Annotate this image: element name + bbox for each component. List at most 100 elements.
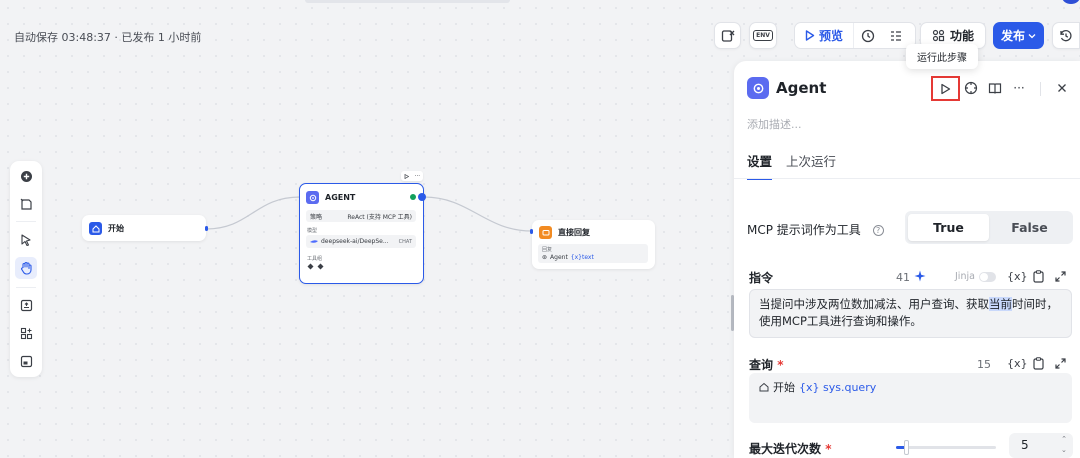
close-icon: [1058, 84, 1066, 92]
tool-icon: [307, 263, 314, 270]
max-iter-label-text: 最大迭代次数: [749, 442, 822, 456]
tab-last-run[interactable]: 上次运行: [786, 151, 836, 180]
publish-label: 发布: [1000, 29, 1025, 43]
max-iterations-slider[interactable]: [896, 440, 996, 455]
more-icon[interactable]: ···: [414, 173, 420, 179]
start-node[interactable]: 开始: [82, 215, 208, 241]
version-history-button[interactable]: [1052, 22, 1080, 49]
strategy-label: 策略: [310, 213, 323, 221]
query-editor[interactable]: 开始 {x} sys.query: [749, 373, 1072, 423]
mcp-toggle: True False: [905, 211, 1073, 244]
query-label-text: 查询: [749, 358, 774, 372]
reply-source: Agent: [550, 254, 568, 261]
jinja-label: Jinja: [955, 271, 975, 282]
chevron-up-icon[interactable]: ⌃: [1061, 435, 1067, 443]
slider-thumb[interactable]: [904, 440, 909, 455]
crosshair-icon: [964, 81, 978, 95]
preview-button[interactable]: 预览: [795, 23, 855, 48]
preview-label: 预览: [819, 29, 844, 43]
home-icon: [759, 382, 769, 392]
tool-icon: [317, 263, 324, 270]
run-step-button[interactable]: [931, 76, 960, 101]
expand-icon: [1054, 270, 1066, 282]
tools-list: [307, 263, 324, 270]
publish-button[interactable]: 发布: [993, 22, 1044, 49]
reply-node-title: 直接回复: [558, 228, 590, 237]
status-ok-icon: [410, 194, 416, 200]
agent-node[interactable]: AGENT 策略 ReAct (支持 MCP 工具) 模型 deepseek-a…: [299, 183, 426, 284]
reply-node[interactable]: 直接回复 回复 ⊛ Agent {x}text: [530, 220, 655, 269]
reply-label: 回复: [542, 247, 553, 253]
chevron-down-icon[interactable]: ⌃: [1061, 445, 1067, 453]
run-step-tooltip: 运行此步骤: [906, 44, 978, 69]
required-marker: *: [777, 358, 784, 372]
instruction-text-before: 当提问中涉及两位数加减法、用户查询、获取: [759, 297, 989, 311]
clipboard-icon: [1032, 269, 1044, 283]
agent-output-port[interactable]: [418, 193, 426, 201]
sparkle-icon: [914, 270, 926, 282]
instruction-label: 指令: [749, 271, 774, 285]
description-input[interactable]: 添加描述...: [747, 116, 802, 132]
required-marker: *: [825, 442, 832, 456]
play-icon: [941, 83, 951, 94]
query-variable-chip: 开始 {x} sys.query: [759, 379, 876, 395]
docs-button[interactable]: [986, 79, 1004, 97]
start-node-title: 开始: [108, 224, 124, 233]
strategy-field: 策略 ReAct (支持 MCP 工具): [306, 210, 416, 222]
agent-node-title: AGENT: [325, 193, 356, 202]
history-icon: [861, 29, 875, 42]
tab-divider: [734, 178, 1080, 179]
tab-settings[interactable]: 设置: [747, 151, 773, 180]
chevron-down-icon: [1028, 33, 1036, 38]
deepseek-icon: [310, 240, 318, 243]
strategy-value: ReAct (支持 MCP 工具): [347, 213, 412, 221]
mcp-false-option[interactable]: False: [989, 214, 1070, 241]
mcp-label-text: MCP 提示词作为工具: [747, 223, 861, 237]
tools-label: 工具组: [307, 256, 323, 262]
agent-node-actions: ···: [401, 171, 423, 181]
model-value: deepseek-ai/DeepSe...: [321, 238, 389, 245]
ai-generate-button[interactable]: [913, 269, 927, 283]
insert-variable-icon[interactable]: {x}: [1007, 357, 1028, 370]
max-iterations-label: 最大迭代次数 *: [749, 440, 831, 457]
query-label: 查询 *: [749, 356, 783, 373]
instruction-text-selected: 当前: [989, 297, 1012, 311]
help-icon[interactable]: ?: [872, 225, 884, 236]
panel-tabs: 设置 上次运行: [747, 151, 836, 180]
features-icon: [932, 29, 945, 42]
insert-variable-icon[interactable]: {x}: [1007, 270, 1028, 283]
expand-button[interactable]: [1053, 269, 1067, 283]
query-count: 15: [977, 358, 991, 371]
run-history-button[interactable]: [854, 29, 882, 43]
more-icon[interactable]: ···: [1010, 79, 1028, 97]
reply-var: {x}text: [570, 254, 594, 261]
jinja-toggle[interactable]: [979, 272, 996, 282]
reply-input-port[interactable]: [530, 229, 533, 234]
model-field: deepseek-ai/DeepSe... CHAT: [306, 235, 416, 248]
env-button[interactable]: ENV: [749, 22, 777, 49]
instruction-text: 当提问中涉及两位数加减法、用户查询、获取当前时间时，使用MCP工具进行查询和操作…: [759, 296, 1069, 330]
reply-icon: [539, 226, 552, 239]
start-output-port[interactable]: [205, 226, 208, 231]
header-divider: [1040, 82, 1041, 96]
features-label: 功能: [949, 29, 974, 43]
checklist-run-button[interactable]: [882, 29, 910, 43]
reply-content-field: 回复 ⊛ Agent {x}text: [538, 244, 648, 263]
expand-button[interactable]: [1053, 356, 1067, 370]
instruction-editor[interactable]: 当提问中涉及两位数加减法、用户查询、获取当前时间时，使用MCP工具进行查询和操作…: [749, 289, 1072, 338]
expand-icon: [1054, 357, 1066, 369]
agent-source-icon: ⊛: [542, 254, 548, 261]
restore-icon: [1060, 29, 1072, 41]
copy-button[interactable]: [1031, 269, 1045, 283]
list-check-icon: [891, 30, 902, 41]
book-icon: [988, 82, 1002, 94]
mcp-true-option[interactable]: True: [908, 214, 989, 241]
copy-button[interactable]: [1031, 356, 1045, 370]
model-label: 模型: [307, 228, 318, 234]
agent-icon: [306, 191, 319, 204]
model-tag: CHAT: [398, 238, 412, 245]
locate-node-button[interactable]: [962, 79, 980, 97]
close-panel-button[interactable]: [1053, 79, 1071, 97]
play-icon[interactable]: [404, 173, 409, 179]
max-iterations-input[interactable]: 5 ⌃ ⌃: [1009, 433, 1073, 458]
